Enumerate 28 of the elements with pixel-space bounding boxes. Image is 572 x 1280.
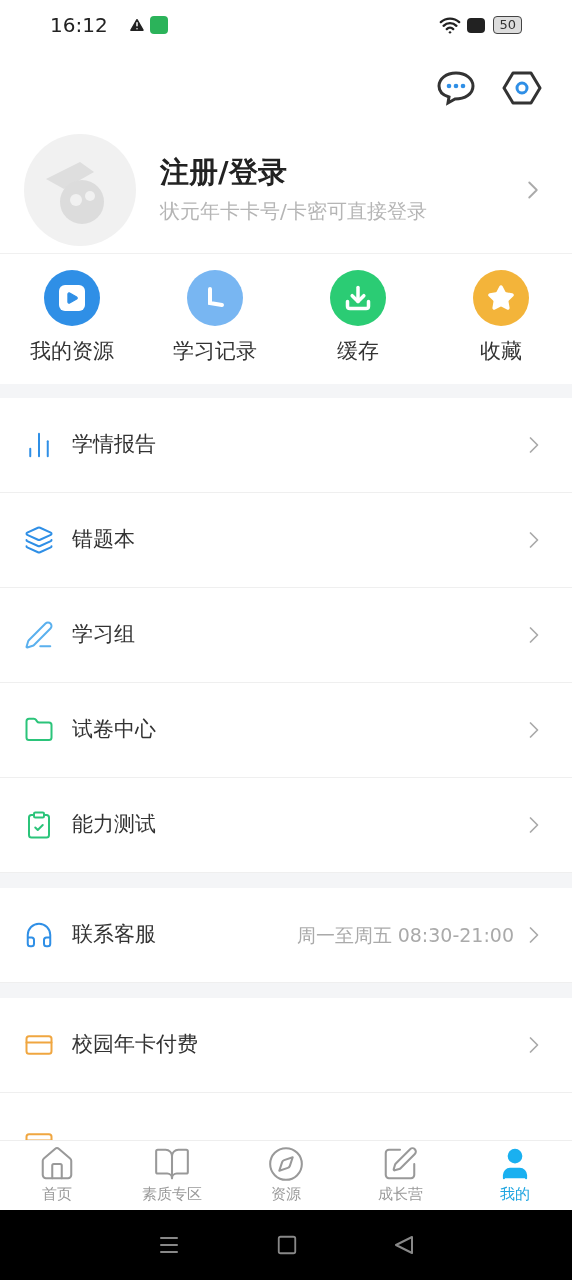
pen-icon <box>24 620 54 650</box>
battery-indicator: 50 <box>493 16 522 34</box>
menu-item[interactable]: 联系客服 <box>72 919 297 951</box>
login-subtitle: 状元年卡卡号/卡密可直接登录 <box>160 201 428 221</box>
quick-action[interactable]: 缓存 <box>336 336 379 368</box>
stacked-cards-icon <box>24 525 54 555</box>
quick-action[interactable]: 我的资源 <box>29 336 114 368</box>
settings-icon[interactable] <box>502 70 542 106</box>
app-notification-icon <box>149 16 168 34</box>
menu-item[interactable]: 学习组 <box>72 619 520 651</box>
home-button-icon[interactable] <box>276 1234 298 1256</box>
wifi-icon <box>439 14 462 36</box>
menu-item[interactable]: 错题本 <box>72 524 520 556</box>
warning-icon <box>127 16 146 34</box>
headphones-icon <box>24 920 54 950</box>
no-sim-icon <box>467 17 486 33</box>
quick-action[interactable]: 收藏 <box>479 336 522 368</box>
back-icon[interactable] <box>392 1234 415 1256</box>
quick-action[interactable]: 学习记录 <box>172 336 257 368</box>
compass-icon <box>267 1145 305 1184</box>
message-icon[interactable] <box>436 70 476 106</box>
service-hours: 周一至周五 08:30-21:00 <box>296 922 514 948</box>
menu-item[interactable]: 学情报告 <box>72 429 520 461</box>
menu-item[interactable]: 校园年卡付费 <box>72 1029 520 1061</box>
status-time: 16:12 <box>50 12 108 39</box>
login-title[interactable]: 注册/登录 <box>160 158 518 187</box>
menu-item[interactable]: 试卷中心 <box>72 714 520 746</box>
menu-item[interactable]: 能力测试 <box>72 809 520 841</box>
